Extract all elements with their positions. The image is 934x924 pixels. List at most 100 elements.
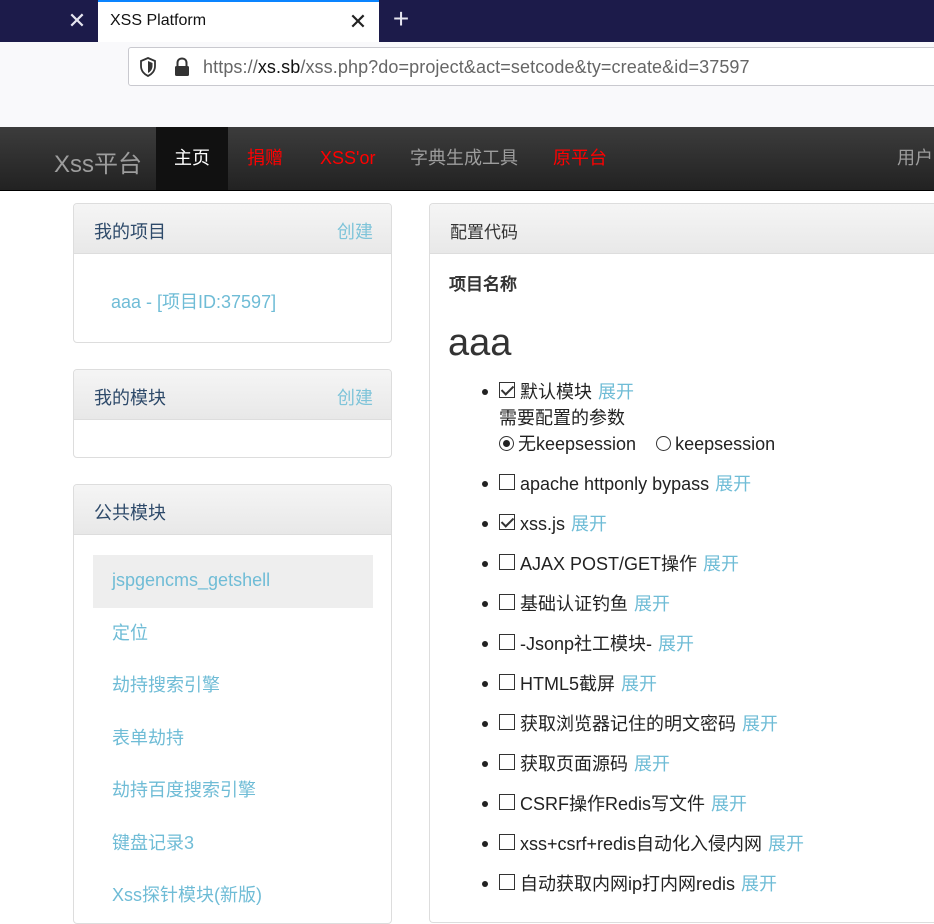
- url-text[interactable]: https://xs.sb/xss.php?do=project&act=set…: [203, 57, 750, 78]
- my-modules-panel: 我的模块 创建: [73, 369, 392, 458]
- bullet-icon: [482, 521, 488, 527]
- module-name: CSRF操作Redis写文件: [520, 794, 706, 814]
- nav-user[interactable]: 用户: [897, 127, 933, 190]
- radio-no-keepsession[interactable]: [499, 436, 514, 451]
- expand-link[interactable]: 展开: [658, 634, 694, 654]
- panel-header: 我的模块 创建: [74, 370, 391, 420]
- expand-link[interactable]: 展开: [715, 474, 751, 494]
- address-bar[interactable]: https://xs.sb/xss.php?do=project&act=set…: [128, 47, 934, 86]
- bullet-icon: [482, 841, 488, 847]
- expand-link[interactable]: 展开: [703, 554, 739, 574]
- panel-title: 我的项目: [94, 222, 166, 242]
- tab-title: XSS Platform: [110, 12, 207, 29]
- close-tab-icon[interactable]: ✕: [62, 6, 92, 36]
- config-panel: 配置代码 项目名称 aaa 默认模块 展开 需要配置的参数 无keepsessio…: [429, 203, 934, 923]
- expand-link[interactable]: 展开: [634, 754, 670, 774]
- module-checkbox[interactable]: [499, 714, 515, 730]
- radio-label: 无keepsession: [518, 434, 637, 454]
- bullet-icon: [482, 761, 488, 767]
- nav-dict-tool[interactable]: 字典生成工具: [410, 127, 518, 190]
- module-checkbox[interactable]: [499, 594, 515, 610]
- list-item[interactable]: 定位: [93, 608, 373, 661]
- module-checkbox[interactable]: [499, 874, 515, 890]
- site-navbar: Xss平台 主页 捐赠 XSS'or 字典生成工具 原平台 用户: [0, 127, 934, 191]
- list-item: CSRF操作Redis写文件 展开: [482, 792, 934, 832]
- keepsession-options: 无keepsession keepsession: [499, 432, 775, 456]
- expand-link[interactable]: 展开: [571, 514, 607, 534]
- module-checkbox[interactable]: [499, 474, 515, 490]
- list-item: HTML5截屏 展开: [482, 672, 934, 712]
- list-item[interactable]: Xss探针模块(新版): [93, 870, 373, 923]
- new-tab-icon[interactable]: +: [386, 5, 416, 35]
- list-item[interactable]: 键盘记录3: [93, 818, 373, 871]
- bullet-icon: [482, 389, 488, 395]
- close-icon[interactable]: ✕: [345, 8, 371, 36]
- tab-xss-platform[interactable]: XSS Platform ✕: [98, 0, 379, 42]
- module-checkbox[interactable]: [499, 382, 515, 398]
- nav-xssor[interactable]: XSS'or: [320, 127, 375, 190]
- module-checkbox[interactable]: [499, 794, 515, 810]
- lock-icon[interactable]: [173, 57, 191, 77]
- radio-label: keepsession: [675, 434, 776, 454]
- my-projects-panel: 我的项目 创建 aaa - [项目ID:37597]: [73, 203, 392, 343]
- panel-title: 配置代码: [450, 223, 518, 242]
- expand-link[interactable]: 展开: [598, 382, 634, 402]
- bullet-icon: [482, 721, 488, 727]
- module-checkbox[interactable]: [499, 514, 515, 530]
- browser-toolbar: https://xs.sb/xss.php?do=project&act=set…: [0, 42, 934, 127]
- module-name: AJAX POST/GET操作: [520, 554, 698, 574]
- browser-tab-bar: ✕ XSS Platform ✕ +: [0, 0, 934, 42]
- module-name: HTML5截屏: [520, 674, 616, 694]
- project-link[interactable]: aaa - [项目ID:37597]: [111, 288, 276, 314]
- project-name: aaa: [448, 322, 512, 364]
- module-checkbox[interactable]: [499, 834, 515, 850]
- shield-icon[interactable]: [139, 57, 157, 77]
- nav-original-platform[interactable]: 原平台: [553, 127, 607, 190]
- module-name: 自动获取内网ip打内网redis: [520, 874, 736, 894]
- brand-logo[interactable]: Xss平台: [54, 144, 142, 179]
- create-project-link[interactable]: 创建: [337, 218, 373, 244]
- list-item[interactable]: jspgencms_getshell: [93, 555, 373, 608]
- bullet-icon: [482, 601, 488, 607]
- panel-header: 公共模块: [74, 485, 391, 535]
- nav-home[interactable]: 主页: [156, 127, 228, 190]
- expand-link[interactable]: 展开: [711, 794, 747, 814]
- list-item: xss+csrf+redis自动化入侵内网 展开: [482, 832, 934, 872]
- expand-link[interactable]: 展开: [621, 674, 657, 694]
- module-checkbox[interactable]: [499, 554, 515, 570]
- list-item: 获取浏览器记住的明文密码 展开: [482, 712, 934, 752]
- bullet-icon: [482, 681, 488, 687]
- panel-title: 公共模块: [94, 503, 166, 523]
- module-name: 获取浏览器记住的明文密码: [520, 714, 736, 734]
- expand-link[interactable]: 展开: [741, 874, 777, 894]
- list-item[interactable]: 劫持百度搜索引擎: [93, 765, 373, 818]
- module-checkbox[interactable]: [499, 754, 515, 770]
- expand-link[interactable]: 展开: [742, 714, 778, 734]
- list-item: -Jsonp社工模块- 展开: [482, 632, 934, 672]
- public-module-list: jspgencms_getshell 定位 劫持搜索引擎 表单劫持 劫持百度搜索…: [93, 555, 373, 923]
- module-checkbox[interactable]: [499, 674, 515, 690]
- module-name: 基础认证钓鱼: [520, 594, 628, 614]
- panel-header: 我的项目 创建: [74, 204, 391, 254]
- module-list: 默认模块 展开 需要配置的参数 无keepsession keepsession …: [482, 380, 934, 912]
- module-name: xss.js: [520, 514, 565, 534]
- expand-link[interactable]: 展开: [634, 594, 670, 614]
- module-name: -Jsonp社工模块-: [520, 634, 653, 654]
- list-item: 基础认证钓鱼 展开: [482, 592, 934, 632]
- module-checkbox[interactable]: [499, 634, 515, 650]
- list-item[interactable]: 表单劫持: [93, 713, 373, 766]
- project-name-label: 项目名称: [449, 275, 517, 294]
- list-item[interactable]: 劫持搜索引擎: [93, 660, 373, 713]
- radio-keepsession[interactable]: [656, 436, 672, 451]
- module-name: 默认模块: [520, 382, 592, 402]
- module-name: xss+csrf+redis自动化入侵内网: [520, 834, 763, 854]
- nav-donate[interactable]: 捐赠: [247, 127, 283, 190]
- create-module-link[interactable]: 创建: [337, 384, 373, 410]
- expand-link[interactable]: 展开: [768, 834, 804, 854]
- public-modules-panel: 公共模块 jspgencms_getshell 定位 劫持搜索引擎 表单劫持 劫…: [73, 484, 392, 924]
- params-label: 需要配置的参数: [499, 408, 625, 428]
- bullet-icon: [482, 481, 488, 487]
- list-item: apache httponly bypass 展开: [482, 472, 934, 512]
- list-item: 默认模块 展开 需要配置的参数 无keepsession keepsession: [482, 380, 934, 472]
- bullet-icon: [482, 801, 488, 807]
